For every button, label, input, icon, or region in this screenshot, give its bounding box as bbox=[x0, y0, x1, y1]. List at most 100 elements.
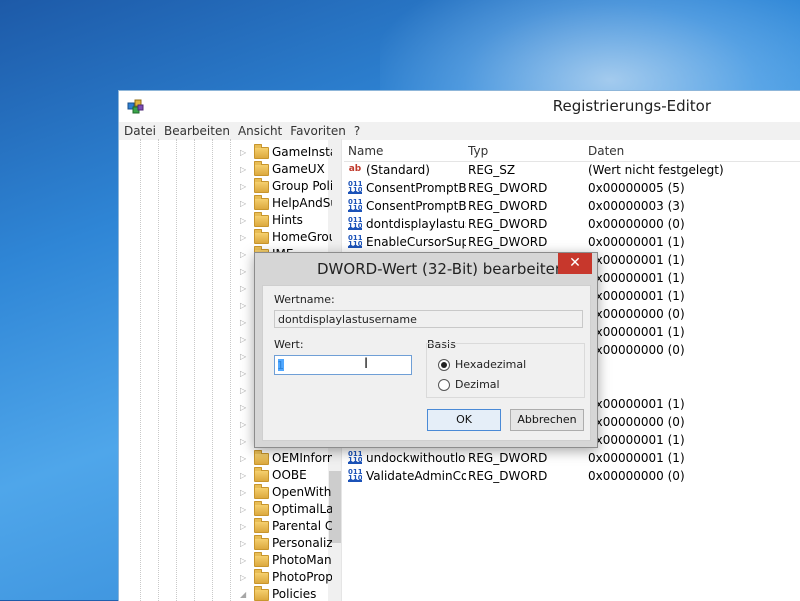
regedit-app-icon bbox=[127, 97, 145, 115]
cancel-button[interactable]: Abbrechen bbox=[510, 409, 584, 431]
value-name-label: Wertname: bbox=[274, 293, 335, 306]
tree-item-label: OptimalLayout bbox=[272, 502, 332, 516]
collapsed-arrow-icon[interactable]: ▷ bbox=[240, 297, 250, 314]
value-name-cell: ConsentPromptBehaviorUser bbox=[366, 199, 466, 213]
collapsed-arrow-icon[interactable]: ▷ bbox=[240, 535, 250, 552]
tree-guide-line bbox=[176, 139, 177, 601]
value-type-cell: REG_DWORD bbox=[468, 469, 548, 483]
tree-guide-line bbox=[194, 139, 195, 601]
menu-bearbeiten[interactable]: Bearbeiten bbox=[161, 122, 233, 140]
dialog-title: DWORD-Wert (32-Bit) bearbeiten bbox=[317, 260, 565, 278]
value-row[interactable]: 011 110ConsentPromptBehaviorUserREG_DWOR… bbox=[344, 197, 800, 215]
tree-item-label: Hints bbox=[272, 213, 303, 227]
collapsed-arrow-icon[interactable]: ▷ bbox=[240, 501, 250, 518]
dialog-titlebar[interactable]: DWORD-Wert (32-Bit) bearbeiten ✕ bbox=[255, 253, 597, 285]
value-data-cell: 0x00000000 (0) bbox=[588, 217, 685, 231]
value-name-cell: EnableCursorSuppression bbox=[366, 235, 466, 249]
collapsed-arrow-icon[interactable]: ▷ bbox=[240, 365, 250, 382]
folder-icon bbox=[254, 195, 269, 210]
window-titlebar[interactable]: Registrierungs-Editor bbox=[119, 91, 800, 121]
menu-favoriten[interactable]: Favoriten bbox=[287, 122, 349, 140]
collapsed-arrow-icon[interactable]: ▷ bbox=[240, 331, 250, 348]
column-header-typ[interactable]: Typ bbox=[468, 141, 586, 161]
tree-item-label: Personalization bbox=[272, 536, 332, 550]
value-row[interactable]: 011 110dontdisplaylastusernameREG_DWORD0… bbox=[344, 215, 800, 233]
folder-icon bbox=[254, 552, 269, 567]
value-data-cell: 0x00000001 (1) bbox=[588, 397, 685, 411]
collapsed-arrow-icon[interactable]: ▷ bbox=[240, 178, 250, 195]
value-row[interactable]: 011 110undockwithoutlogonREG_DWORD0x0000… bbox=[344, 449, 800, 467]
folder-icon bbox=[254, 484, 269, 499]
menu-help[interactable]: ? bbox=[351, 122, 363, 140]
value-data-cell: 0x00000001 (1) bbox=[588, 235, 685, 249]
value-data-cell: 0x00000003 (3) bbox=[588, 199, 685, 213]
folder-icon bbox=[254, 212, 269, 227]
value-data-cell: 0x00000001 (1) bbox=[588, 451, 685, 465]
collapsed-arrow-icon[interactable]: ▷ bbox=[240, 280, 250, 297]
collapsed-arrow-icon[interactable]: ▷ bbox=[240, 416, 250, 433]
collapsed-arrow-icon[interactable]: ▷ bbox=[240, 518, 250, 535]
value-row[interactable]: 011 110ConsentPromptBehaviorAdminREG_DWO… bbox=[344, 179, 800, 197]
collapsed-arrow-icon[interactable]: ▷ bbox=[240, 212, 250, 229]
ok-button[interactable]: OK bbox=[427, 409, 501, 431]
value-data-cell: 0x00000001 (1) bbox=[588, 325, 685, 339]
folder-icon bbox=[254, 144, 269, 159]
menu-bar: Datei Bearbeiten Ansicht Favoriten? bbox=[119, 122, 800, 140]
tree-guide-line bbox=[158, 139, 159, 601]
collapsed-arrow-icon[interactable]: ▷ bbox=[240, 348, 250, 365]
expanded-arrow-icon[interactable]: ◢ bbox=[240, 586, 250, 601]
collapsed-arrow-icon[interactable]: ▷ bbox=[240, 552, 250, 569]
value-row[interactable]: ab (Standard) REG_SZ (Wert nicht festgelegt… bbox=[344, 161, 800, 179]
radio-hexadecimal[interactable] bbox=[438, 359, 450, 371]
value-data-cell: 0x00000001 (1) bbox=[588, 253, 685, 267]
collapsed-arrow-icon[interactable]: ▷ bbox=[240, 263, 250, 280]
value-data-cell: 0x00000001 (1) bbox=[588, 271, 685, 285]
dialog-body: Wertname: dontdisplaylastusername Wert: … bbox=[262, 285, 591, 441]
collapsed-arrow-icon[interactable]: ▷ bbox=[240, 433, 250, 450]
collapsed-arrow-icon[interactable]: ▷ bbox=[240, 195, 250, 212]
collapsed-arrow-icon[interactable]: ▷ bbox=[240, 246, 250, 263]
text-selection-highlight bbox=[278, 359, 284, 371]
radio-hexadecimal-label[interactable]: Hexadezimal bbox=[455, 358, 526, 371]
dialog-close-button[interactable]: ✕ bbox=[558, 253, 592, 274]
menu-datei[interactable]: Datei bbox=[121, 122, 159, 140]
tree-item-label: OEMInformation bbox=[272, 451, 332, 465]
value-type-cell: REG_DWORD bbox=[468, 199, 548, 213]
tree-item-label: Group Policy bbox=[272, 179, 332, 193]
collapsed-arrow-icon[interactable]: ▷ bbox=[240, 399, 250, 416]
value-type-cell: REG_DWORD bbox=[468, 451, 548, 465]
folder-icon bbox=[254, 178, 269, 193]
radio-decimal[interactable] bbox=[438, 379, 450, 391]
collapsed-arrow-icon[interactable]: ▷ bbox=[240, 569, 250, 586]
tree-item-label: HelpAndSupport bbox=[272, 196, 332, 210]
collapsed-arrow-icon[interactable]: ▷ bbox=[240, 450, 250, 467]
column-header-daten[interactable]: Daten bbox=[588, 141, 800, 161]
value-name-field: dontdisplaylastusername bbox=[274, 310, 583, 328]
tree-item-label: PhotoManager bbox=[272, 553, 332, 567]
collapsed-arrow-icon[interactable]: ▷ bbox=[240, 144, 250, 161]
list-header: Name Typ Daten bbox=[344, 141, 800, 162]
value-data-cell: 0x00000000 (0) bbox=[588, 307, 685, 321]
value-row[interactable]: 011 110EnableCursorSuppressionREG_DWORD0… bbox=[344, 233, 800, 251]
value-data-cell: (Wert nicht festgelegt) bbox=[588, 163, 724, 177]
tree-item-label: GameUX bbox=[272, 162, 325, 176]
radio-decimal-label[interactable]: Dezimal bbox=[455, 378, 500, 391]
value-data-label: Wert: bbox=[274, 338, 304, 351]
collapsed-arrow-icon[interactable]: ▷ bbox=[240, 314, 250, 331]
value-name-cell: dontdisplaylastusername bbox=[366, 217, 466, 231]
collapsed-arrow-icon[interactable]: ▷ bbox=[240, 467, 250, 484]
collapsed-arrow-icon[interactable]: ▷ bbox=[240, 161, 250, 178]
value-name-cell: ValidateAdminCodeSignatures bbox=[366, 469, 466, 483]
value-data-input[interactable] bbox=[274, 355, 412, 375]
value-data-cell: 0x00000001 (1) bbox=[588, 289, 685, 303]
tree-item-label: GameInstaller bbox=[272, 145, 332, 159]
folder-icon bbox=[254, 586, 269, 601]
collapsed-arrow-icon[interactable]: ▷ bbox=[240, 484, 250, 501]
column-header-name[interactable]: Name bbox=[348, 141, 466, 161]
menu-ansicht[interactable]: Ansicht bbox=[235, 122, 285, 140]
value-type-cell: REG_DWORD bbox=[468, 181, 548, 195]
value-row[interactable]: 011 110ValidateAdminCodeSignaturesREG_DW… bbox=[344, 467, 800, 485]
collapsed-arrow-icon[interactable]: ▷ bbox=[240, 382, 250, 399]
text-cursor-icon: I bbox=[364, 356, 369, 372]
collapsed-arrow-icon[interactable]: ▷ bbox=[240, 229, 250, 246]
